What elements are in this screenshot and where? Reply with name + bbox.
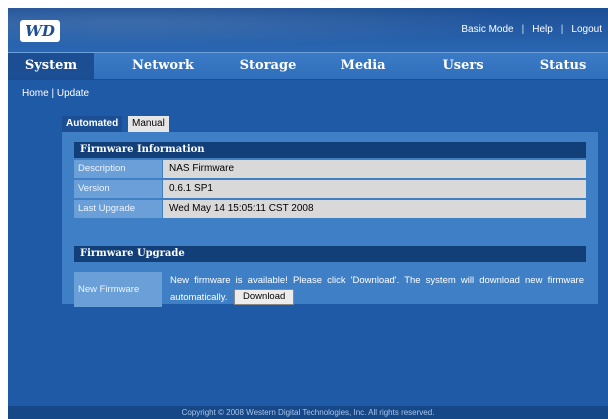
basic-mode-link[interactable]: Basic Mode xyxy=(461,24,513,35)
firmware-upgrade-heading: Firmware Upgrade xyxy=(74,246,586,262)
tab-media[interactable]: Media xyxy=(318,53,408,79)
breadcrumb: Home | Update xyxy=(22,88,89,99)
last-upgrade-label: Last Upgrade xyxy=(74,200,162,218)
main-nav: System Network Storage Media Users Statu… xyxy=(8,52,608,80)
help-link[interactable]: Help xyxy=(532,24,553,35)
tab-storage[interactable]: Storage xyxy=(218,53,318,79)
link-separator: | xyxy=(521,24,525,35)
download-button[interactable]: Download xyxy=(234,289,295,306)
top-bar: WD Basic Mode | Help | Logout xyxy=(8,8,608,52)
tab-status[interactable]: Status xyxy=(518,53,608,79)
breadcrumb-current[interactable]: Update xyxy=(57,88,89,99)
breadcrumb-separator: | xyxy=(51,88,55,99)
top-links: Basic Mode | Help | Logout xyxy=(461,24,602,35)
new-firmware-message: New firmware is available! Please click … xyxy=(170,272,584,306)
wd-logo: WD xyxy=(20,20,60,42)
firmware-info-heading: Firmware Information xyxy=(74,142,586,158)
last-upgrade-value: Wed May 14 15:05:11 CST 2008 xyxy=(163,200,586,218)
tab-network[interactable]: Network xyxy=(108,53,218,79)
new-firmware-label: New Firmware xyxy=(74,272,162,307)
version-value: 0.6.1 SP1 xyxy=(163,180,586,198)
link-separator: | xyxy=(560,24,564,35)
version-label: Version xyxy=(74,180,162,198)
app-frame: WD Basic Mode | Help | Logout System Network… xyxy=(8,8,608,419)
tab-users[interactable]: Users xyxy=(408,53,518,79)
content-panel: Firmware Information Description NAS Fir… xyxy=(62,132,598,307)
footer-copyright: Copyright © 2008 Western Digital Technol… xyxy=(8,406,608,419)
tab-system[interactable]: System xyxy=(8,53,94,79)
subtab-manual[interactable]: Manual xyxy=(128,116,169,132)
description-label: Description xyxy=(74,160,162,178)
logout-link[interactable]: Logout xyxy=(571,24,602,35)
subtab-automated[interactable]: Automated xyxy=(62,116,123,132)
description-value: NAS Firmware xyxy=(163,160,586,178)
firmware-available-text: New firmware is available! Please click … xyxy=(170,275,584,303)
breadcrumb-home[interactable]: Home xyxy=(22,88,49,99)
